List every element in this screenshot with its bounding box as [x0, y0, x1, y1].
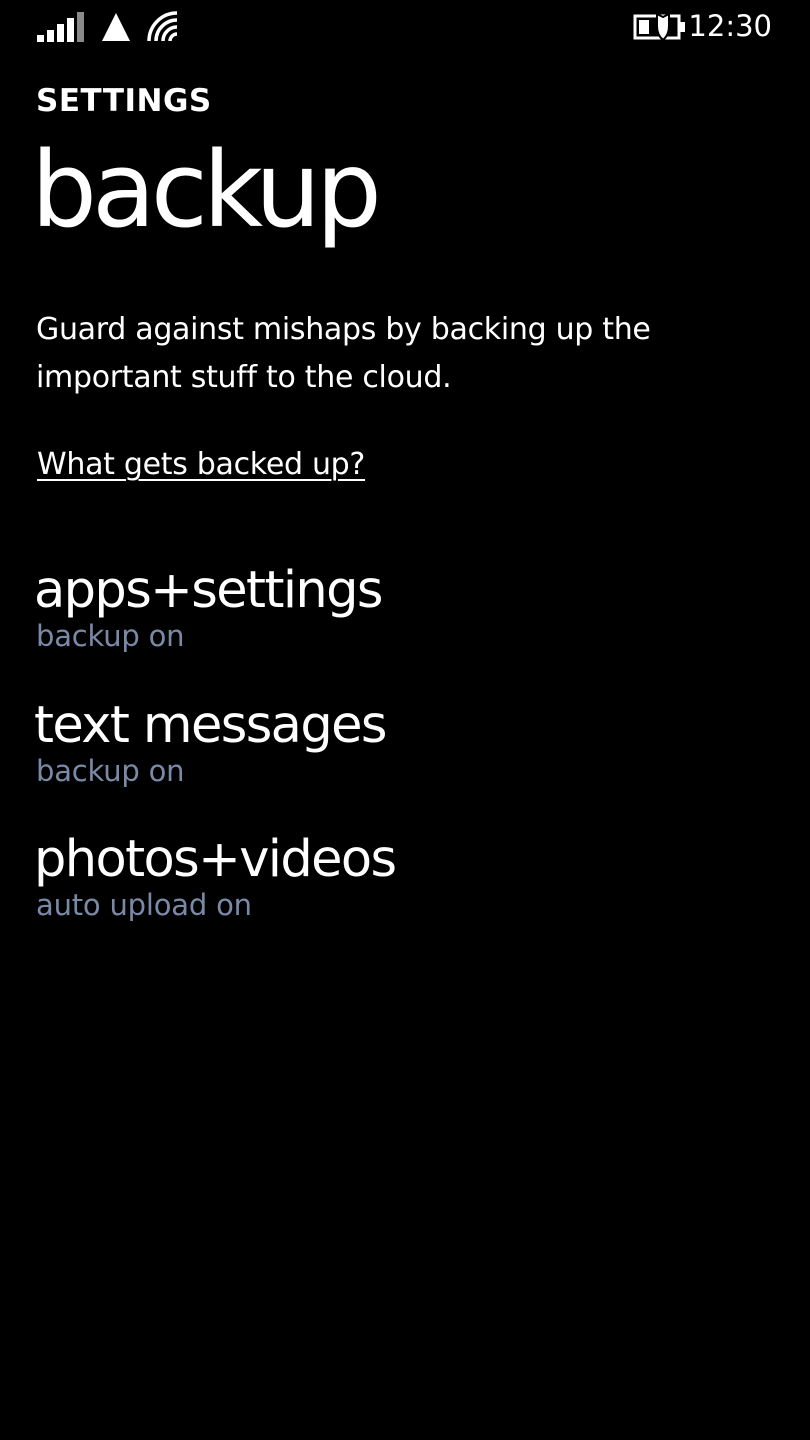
- app-title: SETTINGS: [36, 83, 212, 119]
- what-gets-backed-up-link[interactable]: What gets backed up?: [37, 442, 365, 488]
- item-status: backup on: [36, 754, 185, 788]
- text-messages-item[interactable]: text messages backup on: [34, 695, 774, 805]
- page-title: backup: [31, 129, 382, 251]
- status-bar: 12:30: [0, 0, 810, 56]
- item-status: backup on: [36, 619, 185, 653]
- clock-time: 12:30: [688, 9, 772, 43]
- battery-saver-icon: [633, 12, 685, 42]
- wifi-icon: [147, 11, 178, 42]
- item-title: text messages: [34, 696, 387, 755]
- signal-strength-icon: [37, 12, 84, 42]
- mobile-data-icon: [102, 13, 130, 41]
- item-status: auto upload on: [36, 888, 252, 922]
- photos-videos-item[interactable]: photos+videos auto upload on: [34, 829, 774, 939]
- item-title: apps+settings: [34, 561, 383, 620]
- backup-description: Guard against mishaps by backing up the …: [36, 312, 651, 395]
- apps-settings-item[interactable]: apps+settings backup on: [34, 560, 774, 670]
- item-title: photos+videos: [34, 830, 397, 889]
